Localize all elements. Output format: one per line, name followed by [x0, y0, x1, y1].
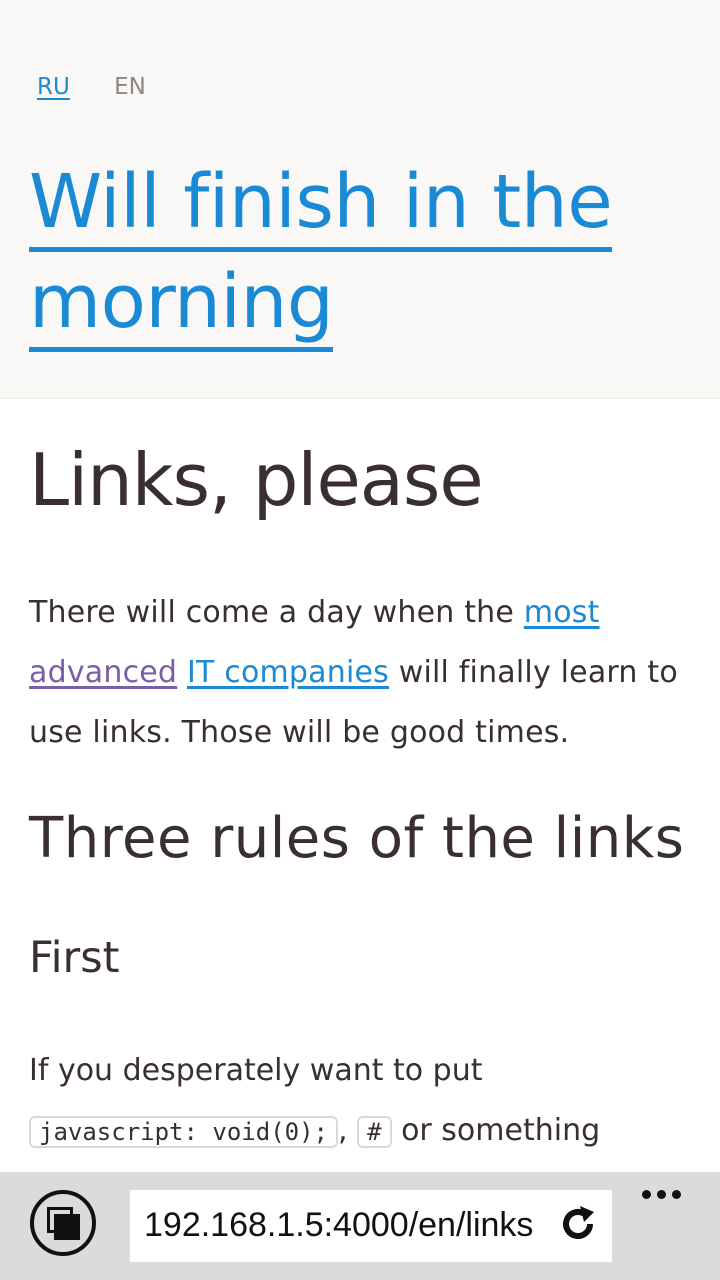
- section-title: Three rules of the links: [29, 806, 685, 871]
- intro-space: [177, 655, 187, 690]
- code-separator: ,: [337, 1113, 348, 1148]
- link-most[interactable]: most: [524, 595, 600, 630]
- url-text[interactable]: 192.168.1.5:4000/en/links: [144, 1206, 533, 1245]
- rule-title: First: [29, 933, 120, 983]
- code-javascript-void: javascript: void(0);: [29, 1116, 338, 1148]
- link-it-companies[interactable]: IT companies: [187, 655, 389, 690]
- more-dot: [657, 1190, 666, 1199]
- lang-ru-link[interactable]: RU: [37, 74, 70, 100]
- tabs-icon[interactable]: [30, 1190, 96, 1256]
- browser-toolbar: 192.168.1.5:4000/en/links: [0, 1172, 720, 1280]
- link-advanced[interactable]: advanced: [29, 655, 177, 690]
- more-dot: [642, 1190, 651, 1199]
- site-header: RU EN Will finish in the morning: [0, 0, 720, 399]
- rule-paragraph: If you desperately want to put javascript…: [29, 1041, 694, 1162]
- intro-paragraph: There will come a day when the most advan…: [29, 583, 694, 763]
- language-switcher: RU EN: [37, 74, 183, 100]
- site-title-line2[interactable]: morning: [29, 259, 334, 352]
- more-dot: [672, 1190, 681, 1199]
- lang-en-link[interactable]: EN: [114, 74, 146, 100]
- more-icon[interactable]: [642, 1184, 690, 1204]
- rule-text-line1: If you desperately want to put: [29, 1053, 483, 1088]
- intro-text-start: There will come a day when the: [29, 595, 524, 630]
- site-title-line1[interactable]: Will finish in the: [29, 159, 613, 252]
- tabs-icon-front-square: [54, 1214, 80, 1240]
- page-title: Links, please: [29, 438, 484, 522]
- address-bar[interactable]: 192.168.1.5:4000/en/links: [130, 1190, 612, 1262]
- code-hash: #: [357, 1116, 392, 1148]
- refresh-icon[interactable]: [558, 1204, 598, 1244]
- rule-text-tail: or something: [391, 1113, 601, 1148]
- site-title-link[interactable]: Will finish in the morning: [29, 152, 709, 352]
